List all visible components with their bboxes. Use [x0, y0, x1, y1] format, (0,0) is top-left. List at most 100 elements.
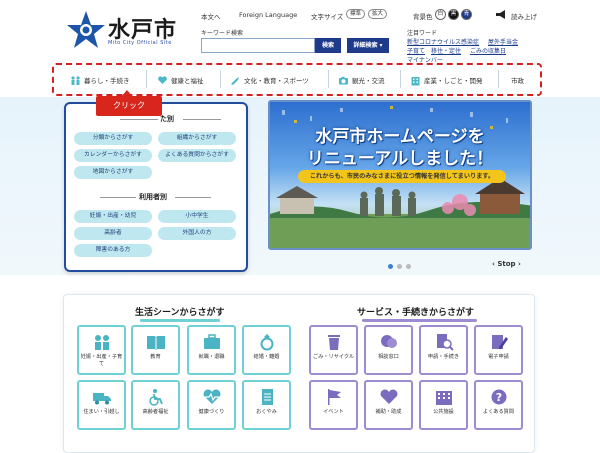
building-icon — [411, 76, 420, 85]
section-heading-rule — [100, 197, 136, 198]
nav-item-label: 暮らし・手続き — [84, 77, 130, 85]
tile-label: 妊娠・出産・子育て — [80, 354, 123, 367]
pen-icon — [491, 335, 508, 349]
nav-divider — [220, 70, 221, 88]
life-tile[interactable]: おくやみ — [242, 380, 291, 430]
tile-label: おくやみ — [256, 409, 277, 415]
carousel-dot[interactable] — [406, 264, 411, 269]
chevron-left-icon[interactable]: ‹ — [492, 260, 495, 268]
briefcase-icon — [203, 334, 220, 349]
tile-label: よくある質問 — [482, 409, 515, 415]
service-tile[interactable]: ? よくある質問 — [474, 380, 523, 430]
user-students-button[interactable]: 小中学生 — [158, 210, 236, 223]
keyword-link[interactable]: 子育て — [407, 46, 425, 55]
section-heading-rule — [175, 197, 211, 198]
read-aloud-link[interactable]: 読み上げ — [511, 11, 537, 21]
nav-divider — [328, 70, 329, 88]
life-tile[interactable]: 妊娠・出産・子育て — [77, 325, 126, 375]
nav-item-tourism[interactable]: 観光・交流 — [338, 70, 385, 90]
keyword-link[interactable]: ごみの収集日 — [470, 46, 506, 55]
life-tile[interactable]: 健康づくり — [187, 380, 236, 430]
question-icon: ? — [491, 389, 506, 405]
section-heading-rule — [120, 119, 158, 120]
megaphone-icon[interactable] — [495, 9, 507, 20]
carousel-dot-active[interactable] — [388, 264, 393, 269]
office-icon — [435, 391, 452, 405]
service-tile[interactable]: 補助・助成 — [364, 380, 413, 430]
service-tile[interactable]: イベント — [309, 380, 358, 430]
foreign-language-link[interactable]: Foreign Language — [239, 11, 297, 19]
nav-divider — [146, 70, 147, 88]
keyword-link[interactable]: 屋外手当金 — [488, 37, 518, 46]
truck-icon — [92, 393, 111, 405]
user-elderly-button[interactable]: 高齢者 — [74, 227, 152, 240]
heartbeat-icon — [203, 389, 220, 404]
nav-item-health[interactable]: 健康と福祉 — [157, 70, 204, 90]
font-standard-button[interactable]: 標準 — [346, 9, 366, 19]
carousel-stop-button[interactable]: Stop — [497, 260, 515, 268]
heading-underline — [362, 319, 477, 322]
life-tile[interactable]: 就職・退職 — [187, 325, 236, 375]
life-scene-heading: 生活シーンからさがす — [135, 308, 225, 318]
font-large-button[interactable]: 拡大 — [368, 9, 388, 19]
trash-icon — [327, 335, 340, 350]
tile-label: 健康づくり — [198, 409, 225, 415]
carousel-dot[interactable] — [397, 264, 402, 269]
service-tile[interactable]: 電子申請 — [474, 325, 523, 375]
search-by-calendar-button[interactable]: カレンダーからさがす — [74, 149, 152, 162]
keyword-link[interactable]: 移住・定住 — [431, 46, 461, 55]
service-tile[interactable]: 相談窓口 — [364, 325, 413, 375]
keyword-search-input[interactable] — [201, 38, 315, 53]
city-emblem-icon[interactable] — [66, 10, 106, 50]
svg-text:?: ? — [495, 391, 501, 404]
tile-label: 結婚・離婚 — [253, 354, 280, 360]
nav-item-city-admin[interactable]: 市政 — [511, 70, 524, 90]
user-pregnancy-button[interactable]: 妊娠・出産・幼児 — [74, 210, 152, 223]
renewal-banner[interactable]: 水戸市ホームページを リニューアルしました！ これからも、市民のみなさまに役立つ… — [268, 100, 532, 250]
nav-item-label: 産業・しごと・開発 — [424, 77, 483, 85]
bg-blue-button[interactable]: 青 — [461, 9, 472, 20]
search-by-classification-button[interactable]: 分類からさがす — [74, 132, 152, 145]
ring-icon — [260, 334, 273, 351]
tile-label: 補助・助成 — [375, 409, 402, 415]
skip-to-content-link[interactable]: 本文へ — [201, 11, 221, 21]
featured-keywords-title: 注目ワード — [407, 30, 438, 37]
tile-label: イベント — [323, 409, 344, 415]
search-by-faq-button[interactable]: よくある質問からさがす — [158, 149, 236, 162]
tile-label: 教育 — [150, 354, 161, 360]
tile-label: 申請・手続き — [427, 354, 460, 360]
search-by-organization-button[interactable]: 組織からさがす — [158, 132, 236, 145]
category-search-heading: た別 — [160, 115, 174, 123]
service-tile[interactable]: 申請・手続き — [419, 325, 468, 375]
family-icon — [71, 75, 80, 85]
nav-item-industry[interactable]: 産業・しごと・開発 — [410, 70, 483, 90]
nav-divider — [400, 70, 401, 88]
nav-item-living[interactable]: 暮らし・手続き — [70, 70, 130, 90]
service-tile[interactable]: 公共施設 — [419, 380, 468, 430]
music-icon — [231, 76, 239, 85]
book-icon — [146, 336, 165, 350]
life-tile[interactable]: 結婚・離婚 — [242, 325, 291, 375]
magnifier-doc-icon — [436, 334, 454, 351]
bg-black-button[interactable]: 黒 — [448, 9, 459, 20]
life-tile[interactable]: 教育 — [131, 325, 180, 375]
service-tile[interactable]: ごみ・リサイクル — [309, 325, 358, 375]
keyword-link[interactable]: 新型コロナウイルス感染症 — [407, 37, 479, 46]
user-disability-button[interactable]: 障害のある方 — [74, 244, 152, 257]
chat-icon — [380, 335, 397, 348]
life-tile[interactable]: 住まい・引越し — [77, 380, 126, 430]
advanced-search-button[interactable]: 詳細検索 ▾ — [347, 38, 389, 53]
search-button[interactable]: 検索 — [315, 38, 341, 53]
carousel-stop-control[interactable]: ‹ Stop › — [492, 260, 521, 268]
bg-white-button[interactable]: 白 — [435, 9, 446, 20]
tile-label: 住まい・引越し — [83, 409, 120, 415]
chevron-right-icon[interactable]: › — [518, 260, 521, 268]
tile-label: 相談窓口 — [378, 354, 399, 360]
site-logo-subtitle: Mito City Official Site — [108, 40, 172, 46]
search-by-map-button[interactable]: 地図からさがす — [74, 166, 152, 179]
camera-icon — [339, 76, 348, 84]
nav-item-culture[interactable]: 文化・教育・スポーツ — [230, 70, 309, 90]
nav-item-label: 観光・交流 — [352, 77, 385, 85]
user-foreigners-button[interactable]: 外国人の方 — [158, 227, 236, 240]
life-tile[interactable]: 高齢者福祉 — [131, 380, 180, 430]
